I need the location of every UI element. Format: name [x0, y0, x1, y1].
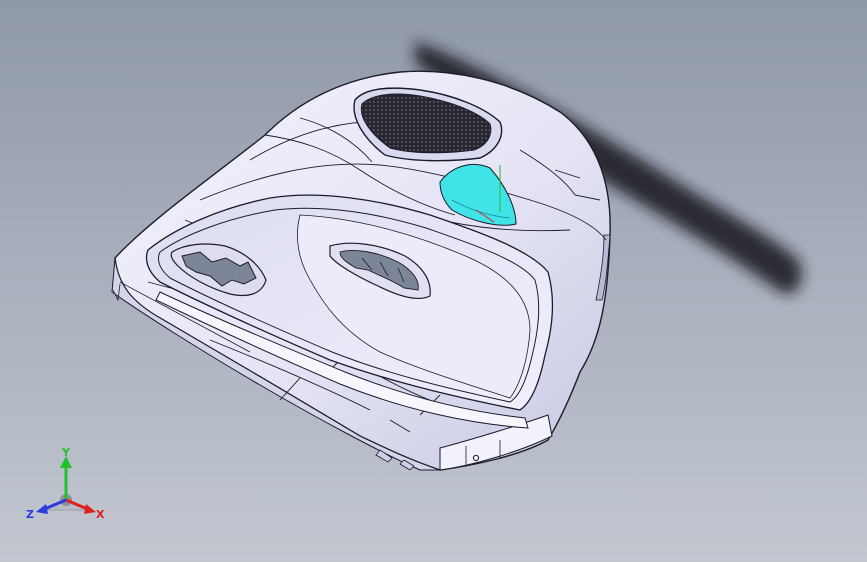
x-axis-label: X [96, 508, 105, 521]
y-axis-label: Y [61, 448, 71, 459]
coordinate-triad[interactable]: Y X Z [24, 448, 108, 524]
y-axis-arrow [60, 456, 72, 500]
z-axis-label: Z [26, 508, 34, 521]
model-view[interactable] [0, 0, 867, 562]
graphics-viewport[interactable]: Y X Z [0, 0, 867, 562]
